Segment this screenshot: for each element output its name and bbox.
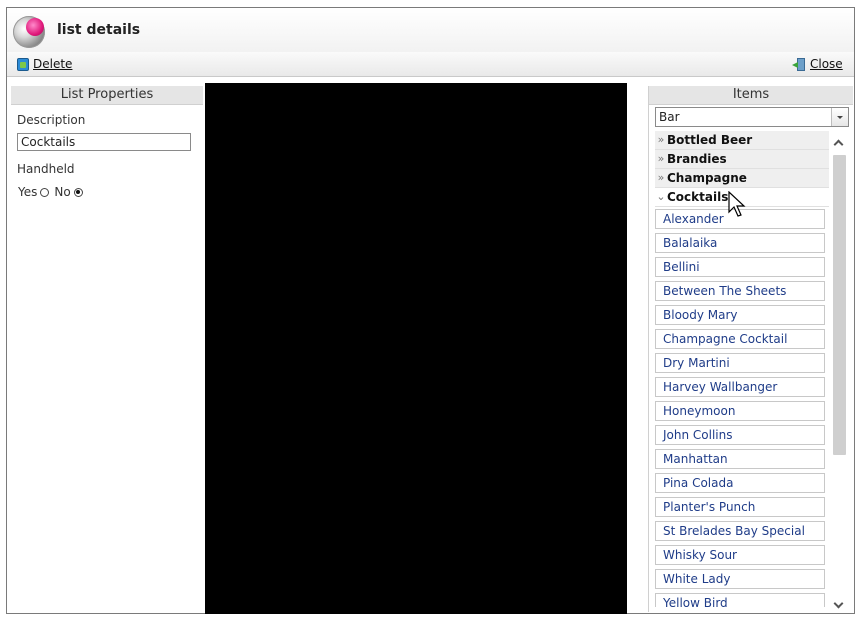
scroll-thumb[interactable] — [833, 155, 846, 455]
handheld-yes-radio[interactable] — [40, 187, 50, 197]
list-item[interactable]: Between The Sheets — [655, 281, 825, 301]
double-chevron-right-icon: » — [657, 152, 665, 165]
handheld-no-radio[interactable] — [73, 187, 83, 197]
handheld-radio-group: Yes No — [18, 185, 88, 199]
list-item[interactable]: White Lady — [655, 569, 825, 589]
category-select[interactable]: Bar — [655, 107, 849, 127]
category-select-value: Bar — [659, 110, 680, 124]
recycle-bin-icon — [17, 57, 29, 71]
list-item[interactable]: Bloody Mary — [655, 305, 825, 325]
exit-door-icon — [792, 57, 806, 71]
double-chevron-right-icon: » — [657, 171, 665, 184]
description-label: Description — [17, 113, 86, 127]
cocktail-items: Alexander Balalaika Bellini Between The She… — [655, 209, 829, 607]
group-brandies[interactable]: » Brandies — [655, 150, 829, 169]
group-champagne[interactable]: » Champagne — [655, 169, 829, 188]
group-label: Brandies — [667, 152, 727, 166]
delete-button-label: Delete — [33, 57, 73, 71]
handheld-label: Handheld — [17, 162, 75, 176]
items-panel: Items Bar » Bottled Beer » Brandies » Ch… — [648, 86, 853, 612]
toolbar: Delete Close — [7, 52, 854, 77]
items-scrollbar[interactable] — [831, 137, 848, 612]
double-chevron-right-icon: » — [657, 133, 665, 146]
delete-button[interactable]: Delete — [17, 56, 72, 72]
close-button[interactable]: Close — [792, 56, 843, 72]
list-item[interactable]: Honeymoon — [655, 401, 825, 421]
close-button-label: Close — [810, 57, 843, 71]
scroll-down-icon[interactable] — [833, 600, 845, 612]
dialog-window: list details Delete Close List Propertie… — [6, 7, 855, 614]
list-properties-heading: List Properties — [11, 86, 203, 105]
list-item[interactable]: Champagne Cocktail — [655, 329, 825, 349]
items-heading: Items — [649, 86, 853, 105]
window-title: list details — [57, 22, 141, 38]
list-item[interactable]: Pina Colada — [655, 473, 825, 493]
list-item[interactable]: Balalaika — [655, 233, 825, 253]
handheld-no-label: No — [54, 185, 71, 199]
scroll-up-icon[interactable] — [833, 137, 845, 149]
list-item[interactable]: Bellini — [655, 257, 825, 277]
group-label: Bottled Beer — [667, 133, 753, 147]
group-label: Champagne — [667, 171, 747, 185]
group-label: Cocktails — [667, 190, 729, 204]
list-item[interactable]: Dry Martini — [655, 353, 825, 373]
list-item[interactable]: Planter's Punch — [655, 497, 825, 517]
window-header: list details — [7, 8, 854, 53]
list-item[interactable]: Yellow Bird — [655, 593, 825, 607]
double-chevron-down-icon: ⌄ — [656, 190, 666, 203]
description-input[interactable] — [17, 133, 191, 151]
group-bottled-beer[interactable]: » Bottled Beer — [655, 131, 829, 150]
list-item[interactable]: Harvey Wallbanger — [655, 377, 825, 397]
list-item[interactable]: Whisky Sour — [655, 545, 825, 565]
list-properties-panel: List Properties Description Handheld Yes… — [11, 86, 203, 612]
list-item[interactable]: St Brelades Bay Special — [655, 521, 825, 541]
list-item[interactable]: John Collins — [655, 425, 825, 445]
list-item[interactable]: Manhattan — [655, 449, 825, 469]
handheld-yes-label: Yes — [18, 185, 38, 199]
preview-area — [205, 83, 627, 614]
app-logo-icon — [13, 16, 45, 48]
dropdown-arrow-icon[interactable] — [831, 108, 848, 126]
mouse-pointer-icon — [728, 191, 746, 217]
